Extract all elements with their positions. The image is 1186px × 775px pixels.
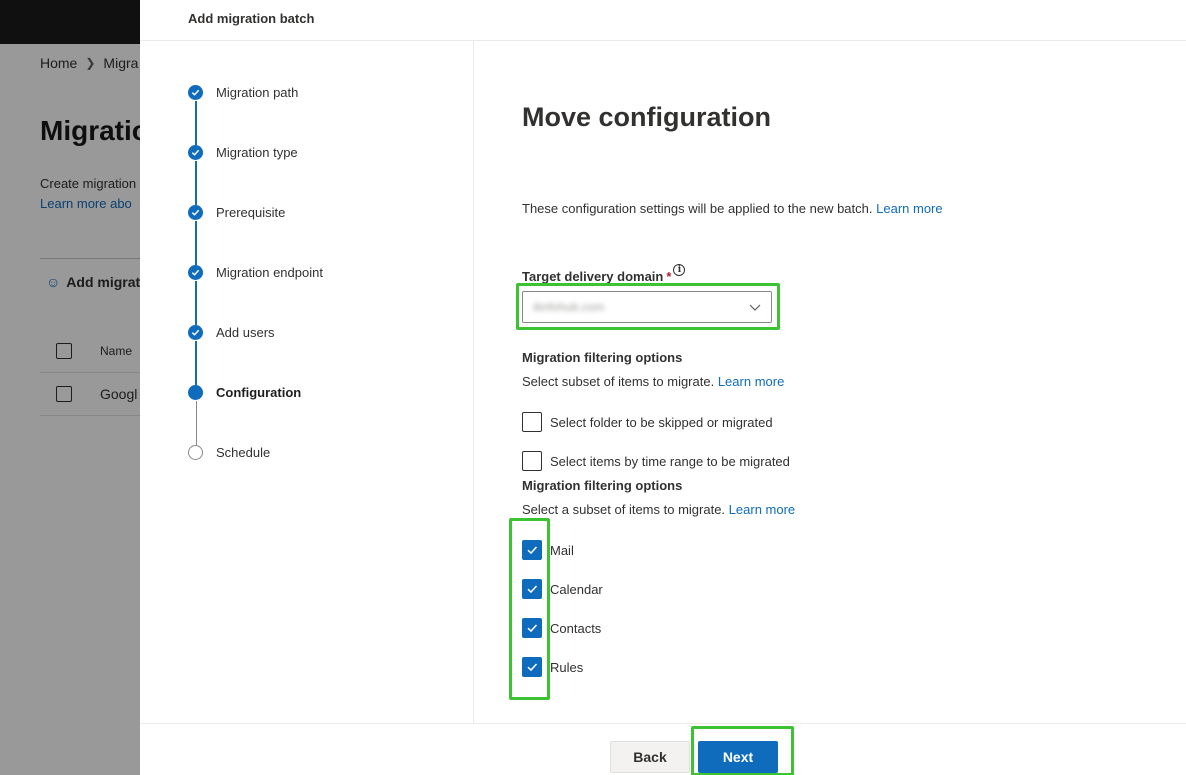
- step-label: Migration endpoint: [216, 265, 323, 280]
- checkbox-label: Select items by time range to be migrate…: [550, 453, 790, 469]
- highlight-box: [691, 726, 794, 775]
- learn-more-link[interactable]: Learn more: [876, 201, 942, 216]
- step-connector: [195, 281, 197, 325]
- add-migration-batch-panel: Add migration batch Migration path Migra…: [140, 0, 1186, 775]
- checkmark-icon: [188, 265, 203, 280]
- checkbox[interactable]: [522, 451, 542, 471]
- learn-more-link[interactable]: Learn more: [729, 502, 795, 517]
- step-prerequisite[interactable]: Prerequisite: [188, 205, 285, 220]
- checkbox-label: Select folder to be skipped or migrated: [550, 414, 773, 430]
- panel-footer: Back Next: [140, 723, 1186, 775]
- checkbox[interactable]: [522, 412, 542, 432]
- step-connector: [195, 161, 197, 205]
- step-add-users[interactable]: Add users: [188, 325, 275, 340]
- step-connector: [195, 401, 197, 445]
- filter-section-desc: Select a subset of items to migrate. Lea…: [522, 502, 795, 517]
- highlight-box: [509, 518, 550, 700]
- step-migration-type[interactable]: Migration type: [188, 145, 298, 160]
- filter-section-desc: Select subset of items to migrate. Learn…: [522, 374, 784, 389]
- target-domain-label: Target delivery domain * i: [522, 264, 686, 284]
- panel-title: Add migration batch: [188, 11, 315, 26]
- step-migration-path[interactable]: Migration path: [188, 85, 298, 100]
- learn-more-link[interactable]: Learn more: [718, 374, 784, 389]
- target-domain-label-text: Target delivery domain: [522, 269, 664, 284]
- step-connector: [195, 341, 197, 385]
- step-connector: [195, 221, 197, 265]
- option-time-range[interactable]: Select items by time range to be migrate…: [522, 451, 790, 471]
- step-label: Migration path: [216, 85, 299, 100]
- checkmark-icon: [188, 145, 203, 160]
- step-label: Schedule: [216, 445, 271, 460]
- checkbox-label: Calendar: [550, 581, 603, 597]
- step-schedule[interactable]: Schedule: [188, 445, 270, 460]
- vertical-divider: [473, 41, 474, 723]
- highlight-box: [516, 283, 780, 330]
- step-configuration[interactable]: Configuration: [188, 385, 301, 400]
- configuration-form: Move configuration These configuration s…: [509, 0, 1182, 720]
- step-label: Migration type: [216, 145, 298, 160]
- pending-step-circle-icon: [188, 445, 203, 460]
- checkmark-icon: [188, 325, 203, 340]
- checkbox-label: Mail: [550, 542, 574, 558]
- intro-text: These configuration settings will be app…: [522, 201, 943, 216]
- checkbox-label: Rules: [550, 659, 584, 675]
- step-label: Add users: [216, 325, 275, 340]
- checkmark-icon: [188, 85, 203, 100]
- step-migration-endpoint[interactable]: Migration endpoint: [188, 265, 323, 280]
- option-skip-folder[interactable]: Select folder to be skipped or migrated: [522, 412, 773, 432]
- checkbox-label: Contacts: [550, 620, 602, 636]
- step-connector: [195, 101, 197, 145]
- intro-text-body: These configuration settings will be app…: [522, 201, 873, 216]
- filter-section-title: Migration filtering options: [522, 478, 683, 493]
- info-icon[interactable]: i: [673, 264, 686, 276]
- filter-section-desc-text: Select a subset of items to migrate.: [522, 502, 726, 517]
- filter-section-title: Migration filtering options: [522, 350, 683, 365]
- section-heading: Move configuration: [522, 102, 771, 132]
- back-button[interactable]: Back: [610, 741, 690, 773]
- required-mark: *: [666, 269, 672, 284]
- current-step-dot-icon: [188, 385, 203, 400]
- step-label: Configuration: [216, 385, 302, 400]
- step-label: Prerequisite: [216, 205, 286, 220]
- filter-section-desc-text: Select subset of items to migrate.: [522, 374, 715, 389]
- checkmark-icon: [188, 205, 203, 220]
